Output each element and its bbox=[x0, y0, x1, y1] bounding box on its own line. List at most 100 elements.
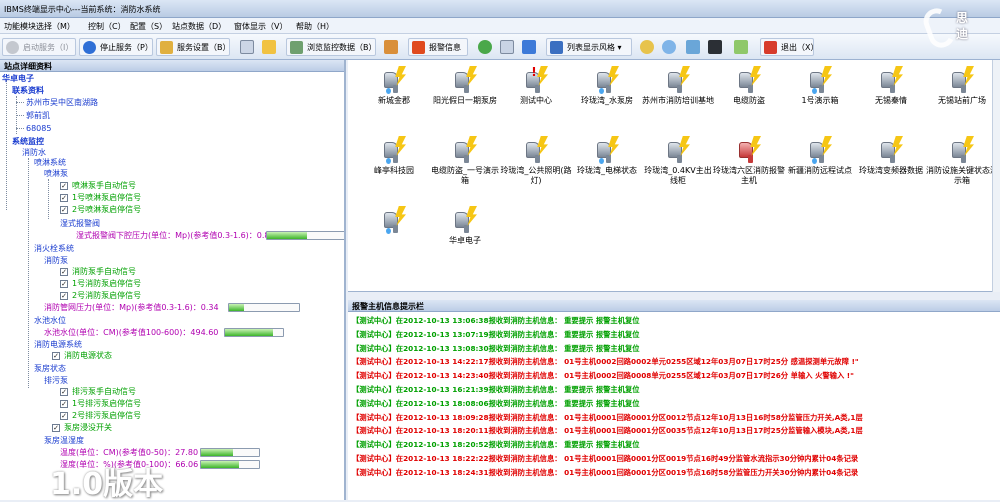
faucet-alarm-icon bbox=[948, 66, 976, 94]
alarm-panel-header: 报警主机信息提示栏 bbox=[348, 300, 1000, 312]
menu-config[interactable]: 配置（S） bbox=[130, 21, 167, 32]
spray-pump-2-signal: 2号喷淋泵启停信号 bbox=[72, 205, 142, 214]
tree-hydrant-system[interactable]: 消火栓系统 bbox=[34, 244, 74, 254]
service-settings-button[interactable]: 服务设置（B） bbox=[156, 38, 231, 56]
site-node[interactable]: 峰亭科技园 bbox=[358, 132, 430, 176]
menu-control[interactable]: 控制（C） bbox=[88, 21, 126, 32]
site-node[interactable]: 电缆防盗 bbox=[713, 62, 785, 106]
checkbox-flood[interactable]: ✓ bbox=[52, 424, 60, 432]
checkbox-drain-auto[interactable]: ✓ bbox=[60, 388, 68, 396]
site-grid-scrollbar[interactable] bbox=[992, 60, 1000, 292]
help-icon[interactable] bbox=[686, 40, 700, 54]
alarm-row[interactable]: 【测试中心】在2012-10-13 16:21:39报收到消防主机信息： 重要提… bbox=[352, 385, 640, 395]
site-node[interactable]: 新疆消防远程试点 bbox=[784, 132, 856, 176]
tree-drain-pump[interactable]: 排污泵 bbox=[44, 376, 68, 386]
gear-icon[interactable] bbox=[478, 40, 492, 54]
tree-alarm-valve[interactable]: 湿式报警阀 bbox=[60, 219, 100, 229]
document-icon[interactable] bbox=[500, 40, 514, 54]
alarm-row[interactable]: 【测试中心】在2012-10-13 18:22:22报收到消防主机信息： 01号… bbox=[352, 454, 858, 464]
tree-spray-pump[interactable]: 喷淋泵 bbox=[44, 169, 68, 179]
site-node[interactable]: 玲珑湾_公共照明(路灯) bbox=[500, 132, 572, 186]
menu-help[interactable]: 帮助（H） bbox=[296, 21, 334, 32]
alarm-info-label: 报警信息 bbox=[429, 43, 461, 52]
site-node[interactable]: 玲珑湾_水泵房 bbox=[571, 62, 643, 106]
tree-pool[interactable]: 水池水位 bbox=[34, 316, 66, 326]
chat-icon[interactable] bbox=[662, 40, 676, 54]
tree-water[interactable]: 消防水 bbox=[22, 148, 46, 158]
checkbox-spray-auto[interactable]: ✓ bbox=[60, 182, 68, 190]
tree-monitor[interactable]: 系统监控 bbox=[12, 137, 44, 147]
checkbox-spray-2[interactable]: ✓ bbox=[60, 206, 68, 214]
alarm-row[interactable]: 【测试中心】在2012-10-13 14:22:17报收到消防主机信息： 01号… bbox=[352, 357, 859, 367]
alarm-row[interactable]: 【测试中心】在2012-10-13 13:07:19报收到消防主机信息： 重要提… bbox=[352, 330, 640, 340]
site-node[interactable]: ! 测试中心 bbox=[500, 62, 572, 106]
alarm-row[interactable]: 【测试中心】在2012-10-13 18:20:11报收到消防主机信息： 01号… bbox=[352, 426, 863, 436]
alarm-row[interactable]: 【测试中心】在2012-10-13 18:08:06报收到消防主机信息： 重要提… bbox=[352, 399, 640, 409]
faucet-alarm-icon: ! bbox=[522, 66, 550, 94]
tree-pump-room[interactable]: 泵房状态 bbox=[34, 364, 66, 374]
tree-hydrant-pump[interactable]: 消防泵 bbox=[44, 256, 68, 266]
site-node-label: 测试中心 bbox=[520, 96, 552, 105]
checkbox-drain-1[interactable]: ✓ bbox=[60, 400, 68, 408]
faucet-alarm-icon bbox=[380, 206, 408, 234]
drain-pump-1-signal: 1号排污泵启停信号 bbox=[72, 399, 142, 408]
alarm-row[interactable]: 【测试中心】在2012-10-13 13:08:30报收到消防主机信息： 重要提… bbox=[352, 344, 640, 354]
site-node[interactable]: 阳光假日一期泵房 bbox=[429, 62, 501, 106]
site-node[interactable] bbox=[358, 202, 430, 236]
tree-spray-system[interactable]: 喷淋系统 bbox=[34, 158, 66, 168]
site-detail-header: 站点详细资料 bbox=[0, 60, 344, 72]
checkbox-hydrant-auto[interactable]: ✓ bbox=[60, 268, 68, 276]
checkbox-hydrant-2[interactable]: ✓ bbox=[60, 292, 68, 300]
list-style-dropdown[interactable]: 列表显示风格 ▾ bbox=[546, 38, 632, 56]
site-node[interactable]: 1号演示箱 bbox=[784, 62, 856, 106]
site-node[interactable]: 玲珑湾变频器数据 bbox=[855, 132, 927, 176]
menu-modules[interactable]: 功能模块选择（M） bbox=[4, 21, 75, 32]
checkbox-drain-2[interactable]: ✓ bbox=[60, 412, 68, 420]
checkbox-spray-1[interactable]: ✓ bbox=[60, 194, 68, 202]
alarm-row[interactable]: 【测试中心】在2012-10-13 13:06:38报收到消防主机信息： 重要提… bbox=[352, 316, 640, 326]
window-icon[interactable] bbox=[522, 40, 536, 54]
site-node[interactable]: 华卓电子 bbox=[429, 202, 501, 246]
humidity-bar bbox=[200, 460, 260, 469]
site-node-label: 苏州市消防培训基地 bbox=[642, 96, 714, 105]
home-icon[interactable] bbox=[384, 40, 398, 54]
list-style-label: 列表显示风格 bbox=[567, 43, 615, 52]
site-node-label: 玲珑湾变频器数据 bbox=[859, 166, 923, 175]
money-icon[interactable] bbox=[734, 40, 748, 54]
users-icon[interactable] bbox=[640, 40, 654, 54]
logo-text: 思迪 bbox=[956, 10, 968, 42]
site-node[interactable]: 玲珑湾六区消防报警主机 bbox=[713, 132, 785, 186]
tree-temp-humidity[interactable]: 泵房温湿度 bbox=[44, 436, 84, 446]
stop-service-button[interactable]: 停止服务（P） bbox=[79, 38, 153, 56]
alarm-row[interactable]: 【测试中心】在2012-10-13 18:20:52报收到消防主机信息： 重要提… bbox=[352, 440, 640, 450]
start-service-button[interactable]: 启动服务（I） bbox=[2, 38, 76, 56]
alarm-row[interactable]: 【测试中心】在2012-10-13 18:24:31报收到消防主机信息： 01号… bbox=[352, 468, 858, 478]
table-icon[interactable] bbox=[240, 40, 254, 54]
tree-contact[interactable]: 联系资料 bbox=[12, 86, 44, 96]
tree-root[interactable]: 华卓电子 bbox=[2, 74, 34, 84]
alarm-row[interactable]: 【测试中心】在2012-10-13 14:23:40报收到消防主机信息： 01号… bbox=[352, 371, 854, 381]
tree-power-system[interactable]: 消防电源系统 bbox=[34, 340, 82, 350]
checkbox-hydrant-1[interactable]: ✓ bbox=[60, 280, 68, 288]
menu-view[interactable]: 窗体显示（V） bbox=[234, 21, 287, 32]
exit-button[interactable]: 退出（X） bbox=[760, 38, 818, 56]
site-node[interactable]: 无锡站前广场 bbox=[926, 62, 998, 106]
site-node[interactable]: 玲珑湾_0.4KV主出线柜 bbox=[642, 132, 714, 186]
faucet-alarm-icon bbox=[877, 66, 905, 94]
faucet-alarm-icon bbox=[877, 136, 905, 164]
site-node[interactable]: 苏州市消防培训基地 bbox=[642, 62, 714, 106]
site-node-label: 电缆防盗 bbox=[733, 96, 765, 105]
menu-site-data[interactable]: 站点数据（D） bbox=[172, 21, 226, 32]
site-node[interactable]: 消防设施关键状态演示箱 bbox=[926, 132, 998, 186]
lock-icon[interactable] bbox=[262, 40, 276, 54]
site-node[interactable]: 电缆防盗_一号演示箱 bbox=[429, 132, 501, 186]
alarm-row[interactable]: 【测试中心】在2012-10-13 18:09:28报收到消防主机信息： 01号… bbox=[352, 413, 863, 423]
site-node[interactable]: 无锡秦情 bbox=[855, 62, 927, 106]
site-node[interactable]: 新城金郡 bbox=[358, 62, 430, 106]
checkbox-power[interactable]: ✓ bbox=[52, 352, 60, 360]
site-node[interactable]: 玲珑湾_电梯状态 bbox=[571, 132, 643, 176]
browse-data-button[interactable]: 浏览监控数据（B） bbox=[286, 38, 377, 56]
alarm-info-button[interactable]: 报警信息 bbox=[408, 38, 468, 56]
terminal-icon[interactable] bbox=[708, 40, 722, 54]
flood-switch: 泵房浸没开关 bbox=[64, 423, 112, 432]
